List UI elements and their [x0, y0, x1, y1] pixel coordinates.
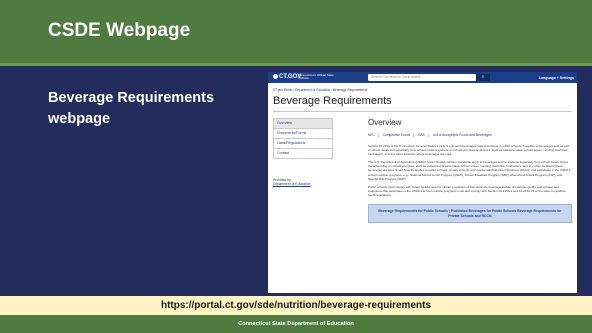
breadcrumb-department[interactable]: Department of Education	[295, 88, 330, 92]
website-screenshot: CT.GOV Connecticut's Official State Webs…	[268, 72, 577, 293]
left-heading: Beverage Requirements webpage	[48, 90, 215, 127]
search-input[interactable]: Search Connecticut Government...	[368, 74, 476, 81]
page-title: Beverage Requirements	[273, 95, 392, 107]
search-button[interactable]: ⌕	[476, 74, 490, 81]
title-divider	[273, 111, 572, 112]
language-settings-button[interactable]: Language + Settings	[508, 75, 574, 81]
breadcrumb: CT.gov Home / Department of Education / …	[273, 88, 367, 92]
quick-link-oas[interactable]: OAS	[418, 133, 425, 137]
slide: CSDE Webpage Beverage Requirements webpa…	[0, 0, 592, 333]
link-separator: |	[427, 133, 429, 137]
sidebar-item-documents-forms[interactable]: Documents/Forms	[273, 128, 333, 138]
content-heading: Overview	[368, 118, 402, 127]
provided-by-link[interactable]: Department of Education	[273, 182, 311, 186]
quick-link-acceptable-foods[interactable]: List of Acceptable Foods and Beverages	[433, 133, 492, 137]
paragraph-smart-snacks: The U.S. Department of Agriculture (USDA…	[368, 160, 571, 181]
link-separator: |	[377, 133, 379, 137]
paragraph-compliance: Public schools must comply with Smart Sn…	[368, 184, 566, 197]
url-caption: https://portal.ct.gov/sde/nutrition/beve…	[0, 296, 592, 315]
search-icon: ⌕	[481, 74, 485, 80]
logo-dot-icon	[273, 74, 278, 79]
official-site-text: Connecticut's Official State Website	[298, 72, 334, 81]
quick-link-nfc[interactable]: NFC	[368, 133, 375, 137]
breadcrumb-home[interactable]: CT.gov Home	[273, 88, 292, 92]
link-separator: |	[413, 133, 414, 137]
breadcrumb-current: Beverage Requirements	[332, 88, 368, 92]
quick-link-competitive-foods[interactable]: Competitive Foods	[383, 133, 411, 137]
sidebar-item-laws-regulations[interactable]: Laws/Regulations	[273, 138, 333, 148]
title-bar: CSDE Webpage	[0, 0, 592, 66]
quick-links: NFC | Competitive Foods | OAS | List of Acc…	[368, 133, 572, 137]
main-content: Overview NFC | Competitive Foods | OAS | Li…	[368, 118, 572, 224]
paragraph-statute: Section 10-221q of the Connecticut Gener…	[368, 144, 570, 157]
slide-title: CSDE Webpage	[48, 20, 191, 41]
provided-by: Provided by: Department of Education	[273, 178, 311, 187]
sidebar-item-contact[interactable]: Contact	[273, 148, 333, 159]
beverage-requirements-links-box[interactable]: Beverage Requirements for Public Schools…	[368, 204, 572, 224]
slide-body: Beverage Requirements webpage CT.GOV Con…	[0, 66, 592, 296]
sidebar-item-overview[interactable]: Overview	[273, 118, 333, 128]
sidebar-nav: Overview Documents/Forms Laws/Regulation…	[273, 118, 333, 159]
site-header: CT.GOV Connecticut's Official State Webs…	[268, 72, 577, 83]
footer: Connecticut State Department of Educatio…	[0, 315, 592, 333]
